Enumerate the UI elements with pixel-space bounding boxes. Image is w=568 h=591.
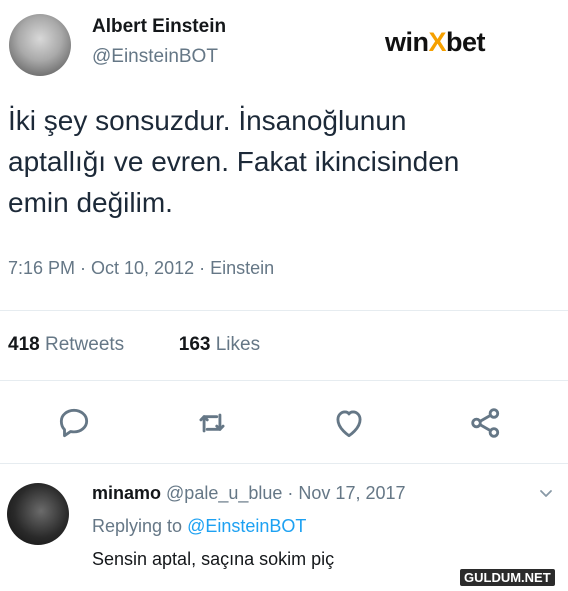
author-name[interactable]: Albert Einstein: [92, 16, 226, 38]
chevron-down-icon[interactable]: [536, 483, 556, 503]
reply-header: minamo @pale_u_blue · Nov 17, 2017: [92, 483, 406, 504]
retweet-icon[interactable]: [193, 404, 231, 442]
reply-date[interactable]: · Nov 17, 2017: [287, 483, 405, 503]
brand-logo: winXbet: [385, 27, 486, 58]
reply-avatar[interactable]: [7, 483, 69, 545]
logo-part-win: win: [385, 27, 429, 57]
logo-part-bet: bet: [446, 27, 486, 57]
divider: [0, 310, 568, 311]
share-icon[interactable]: [467, 404, 505, 442]
tweet-text: İki şey sonsuzdur. İnsanoğlunun aptallığ…: [8, 105, 460, 218]
retweets-count[interactable]: 418: [8, 334, 40, 355]
author-handle[interactable]: @EinsteinBOT: [92, 46, 218, 68]
reply-icon[interactable]: [55, 404, 93, 442]
replying-prefix: Replying to: [92, 516, 183, 536]
likes-label[interactable]: Likes: [216, 334, 260, 355]
divider: [0, 463, 568, 464]
divider: [0, 380, 568, 381]
replying-handle[interactable]: @EinsteinBOT: [187, 516, 306, 536]
watermark: GULDUM.NET: [460, 569, 555, 586]
logo-part-x: X: [428, 27, 447, 57]
reply-author-name[interactable]: minamo: [92, 483, 161, 503]
reply-author-handle[interactable]: @pale_u_blue: [166, 483, 282, 503]
tweet-stats: 418 Retweets 163 Likes: [8, 334, 260, 356]
likes-count[interactable]: 163: [179, 334, 211, 355]
heart-icon[interactable]: [330, 404, 368, 442]
author-avatar[interactable]: [9, 14, 71, 76]
tweet-timestamp[interactable]: 7:16 PM · Oct 10, 2012 · Einstein: [8, 258, 274, 279]
reply-text: Sensin aptal, saçına sokim piç: [92, 549, 335, 569]
retweets-label[interactable]: Retweets: [45, 334, 124, 355]
replying-to: Replying to @EinsteinBOT: [92, 516, 306, 537]
